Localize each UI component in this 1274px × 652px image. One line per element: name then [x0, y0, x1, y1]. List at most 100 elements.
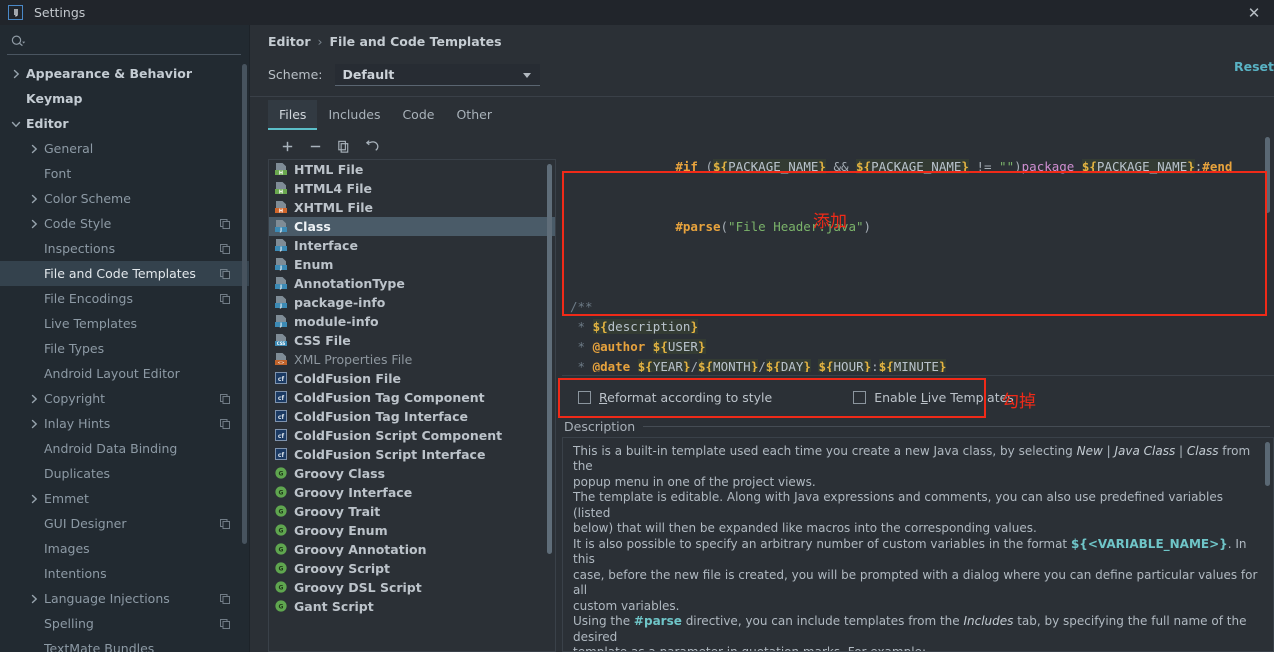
sidebar-item-copyright[interactable]: Copyright: [0, 386, 249, 411]
sidebar-item-color-scheme[interactable]: Color Scheme: [0, 186, 249, 211]
file-template-row[interactable]: cf ColdFusion Tag Component: [269, 388, 555, 407]
tab-other[interactable]: Other: [445, 100, 503, 130]
reformat-checkbox[interactable]: Reformat according to style: [578, 390, 772, 405]
chevron-right-icon[interactable]: [28, 593, 40, 605]
sidebar-item-file-encodings[interactable]: File Encodings: [0, 286, 249, 311]
file-template-row[interactable]: G Groovy Enum: [269, 521, 555, 540]
file-template-row[interactable]: J Class: [269, 216, 555, 236]
chevron-down-icon: [522, 72, 531, 78]
scheme-label: Scheme:: [268, 67, 323, 82]
sidebar-item-language-injections[interactable]: Language Injections: [0, 586, 249, 611]
file-template-row[interactable]: cf ColdFusion Script Interface: [269, 445, 555, 464]
sidebar-item-gui-designer[interactable]: GUI Designer: [0, 511, 249, 536]
scheme-dropdown[interactable]: Default: [334, 63, 540, 86]
file-template-row[interactable]: H HTML4 File: [269, 179, 555, 198]
file-template-row[interactable]: H HTML File: [269, 160, 555, 179]
sidebar-item-live-templates[interactable]: Live Templates: [0, 311, 249, 336]
tab-includes[interactable]: Includes: [317, 100, 391, 130]
file-template-row[interactable]: G Groovy Class: [269, 464, 555, 483]
groovy-file-icon: G: [274, 504, 288, 518]
search-input[interactable]: [26, 33, 241, 50]
file-template-label: Groovy Trait: [294, 503, 381, 519]
code-line-2: #parse("File Header.java"): [675, 218, 872, 234]
file-template-row[interactable]: G Groovy Script: [269, 559, 555, 578]
sidebar-item-file-and-code-templates[interactable]: File and Code Templates: [0, 261, 249, 286]
file-template-row[interactable]: J Enum: [269, 255, 555, 274]
file-template-row[interactable]: G Groovy DSL Script: [269, 578, 555, 597]
sidebar-item-label: Emmet: [44, 491, 89, 506]
live-templates-checkbox-box[interactable]: [853, 390, 867, 404]
sidebar-item-images[interactable]: Images: [0, 536, 249, 561]
file-template-row[interactable]: G Gant Script: [269, 597, 555, 616]
file-template-label: Groovy Script: [294, 560, 391, 576]
file-template-row[interactable]: G Groovy Annotation: [269, 540, 555, 559]
file-template-label: HTML File: [294, 161, 364, 177]
close-icon[interactable]: ✕: [1244, 3, 1264, 23]
live-templates-checkbox[interactable]: Enable Live Templates: [853, 390, 1014, 405]
sidebar-item-label: Android Data Binding: [44, 441, 178, 456]
chevron-right-icon[interactable]: [28, 193, 40, 205]
sidebar-item-intentions[interactable]: Intentions: [0, 561, 249, 586]
reset-link[interactable]: Reset: [1234, 59, 1274, 74]
description-scrollbar[interactable]: [1265, 441, 1270, 486]
file-template-row[interactable]: cf ColdFusion Script Component: [269, 426, 555, 445]
sidebar-item-emmet[interactable]: Emmet: [0, 486, 249, 511]
svg-text:G: G: [279, 528, 284, 535]
svg-text:H: H: [279, 209, 283, 215]
configurable-badge-icon: [219, 593, 231, 605]
file-template-label: Groovy Enum: [294, 522, 388, 538]
file-template-row[interactable]: cf ColdFusion Tag Interface: [269, 407, 555, 426]
file-template-row[interactable]: G Groovy Interface: [269, 483, 555, 502]
sidebar-item-code-style[interactable]: Code Style: [0, 211, 249, 236]
sidebar-item-spelling[interactable]: Spelling: [0, 611, 249, 636]
settings-dialog: IJ Settings ✕ Appearance & Behavior Keyma…: [0, 0, 1274, 652]
sidebar-scrollbar[interactable]: [242, 64, 247, 544]
chevron-right-icon[interactable]: [28, 143, 40, 155]
file-list-scrollbar[interactable]: [547, 163, 552, 554]
file-template-row[interactable]: CSS CSS File: [269, 331, 555, 350]
file-template-row[interactable]: <> XML Properties File: [269, 350, 555, 369]
sidebar-item-general[interactable]: General: [0, 136, 249, 161]
svg-text:cf: cf: [278, 452, 285, 459]
file-template-row[interactable]: cf ColdFusion File: [269, 369, 555, 388]
sidebar-item-inspections[interactable]: Inspections: [0, 236, 249, 261]
file-template-row[interactable]: Jmodule-info: [269, 312, 555, 331]
file-template-row[interactable]: J AnnotationType: [269, 274, 555, 293]
copy-template-button[interactable]: [330, 135, 356, 157]
chevron-right-icon[interactable]: [28, 493, 40, 505]
chevron-right-icon[interactable]: [28, 218, 40, 230]
sidebar-item-textmate-bundles[interactable]: TextMate Bundles: [0, 636, 249, 652]
configurable-badge-icon: [219, 618, 231, 630]
sidebar-item-font[interactable]: Font: [0, 161, 249, 186]
editor-scrollbar[interactable]: [1265, 136, 1270, 213]
template-code-editor[interactable]: #if (${PACKAGE_NAME} && ${PACKAGE_NAME} …: [562, 133, 1274, 372]
svg-text:J: J: [279, 266, 282, 272]
groovy-file-icon: G: [274, 523, 288, 537]
chevron-right-icon[interactable]: [28, 418, 40, 430]
file-template-row[interactable]: G Groovy Trait: [269, 502, 555, 521]
sidebar-item-label: Live Templates: [44, 316, 138, 331]
breadcrumb-root[interactable]: Editor: [268, 34, 311, 49]
reset-template-button[interactable]: [358, 135, 384, 157]
tab-files[interactable]: Files: [268, 99, 318, 130]
sidebar-item-android-layout-editor[interactable]: Android Layout Editor: [0, 361, 249, 386]
chevron-right-icon[interactable]: [28, 393, 40, 405]
file-template-row[interactable]: H XHTML File: [269, 198, 555, 217]
description-paragraph: The template is editable. Along with Jav…: [573, 490, 1224, 520]
sidebar-item-inlay-hints[interactable]: Inlay Hints: [0, 411, 249, 436]
svg-text:G: G: [279, 547, 284, 554]
remove-template-button[interactable]: [302, 135, 328, 157]
template-file-list[interactable]: H HTML File H HTML4 File H XHTML File J Class J I…: [268, 158, 556, 652]
svg-text:cf: cf: [278, 395, 285, 402]
file-template-row[interactable]: Jpackage-info: [269, 293, 555, 312]
svg-text:J: J: [279, 304, 282, 310]
reformat-checkbox-box[interactable]: [578, 390, 591, 404]
sidebar-item-duplicates[interactable]: Duplicates: [0, 461, 249, 486]
tab-code[interactable]: Code: [391, 100, 445, 130]
file-template-row[interactable]: J Interface: [269, 236, 555, 255]
svg-text:H: H: [279, 171, 283, 177]
add-template-button[interactable]: [274, 135, 300, 157]
sidebar-item-file-types[interactable]: File Types: [0, 336, 249, 361]
file-template-label: Class: [294, 218, 331, 234]
sidebar-item-android-data-binding[interactable]: Android Data Binding: [0, 436, 249, 461]
